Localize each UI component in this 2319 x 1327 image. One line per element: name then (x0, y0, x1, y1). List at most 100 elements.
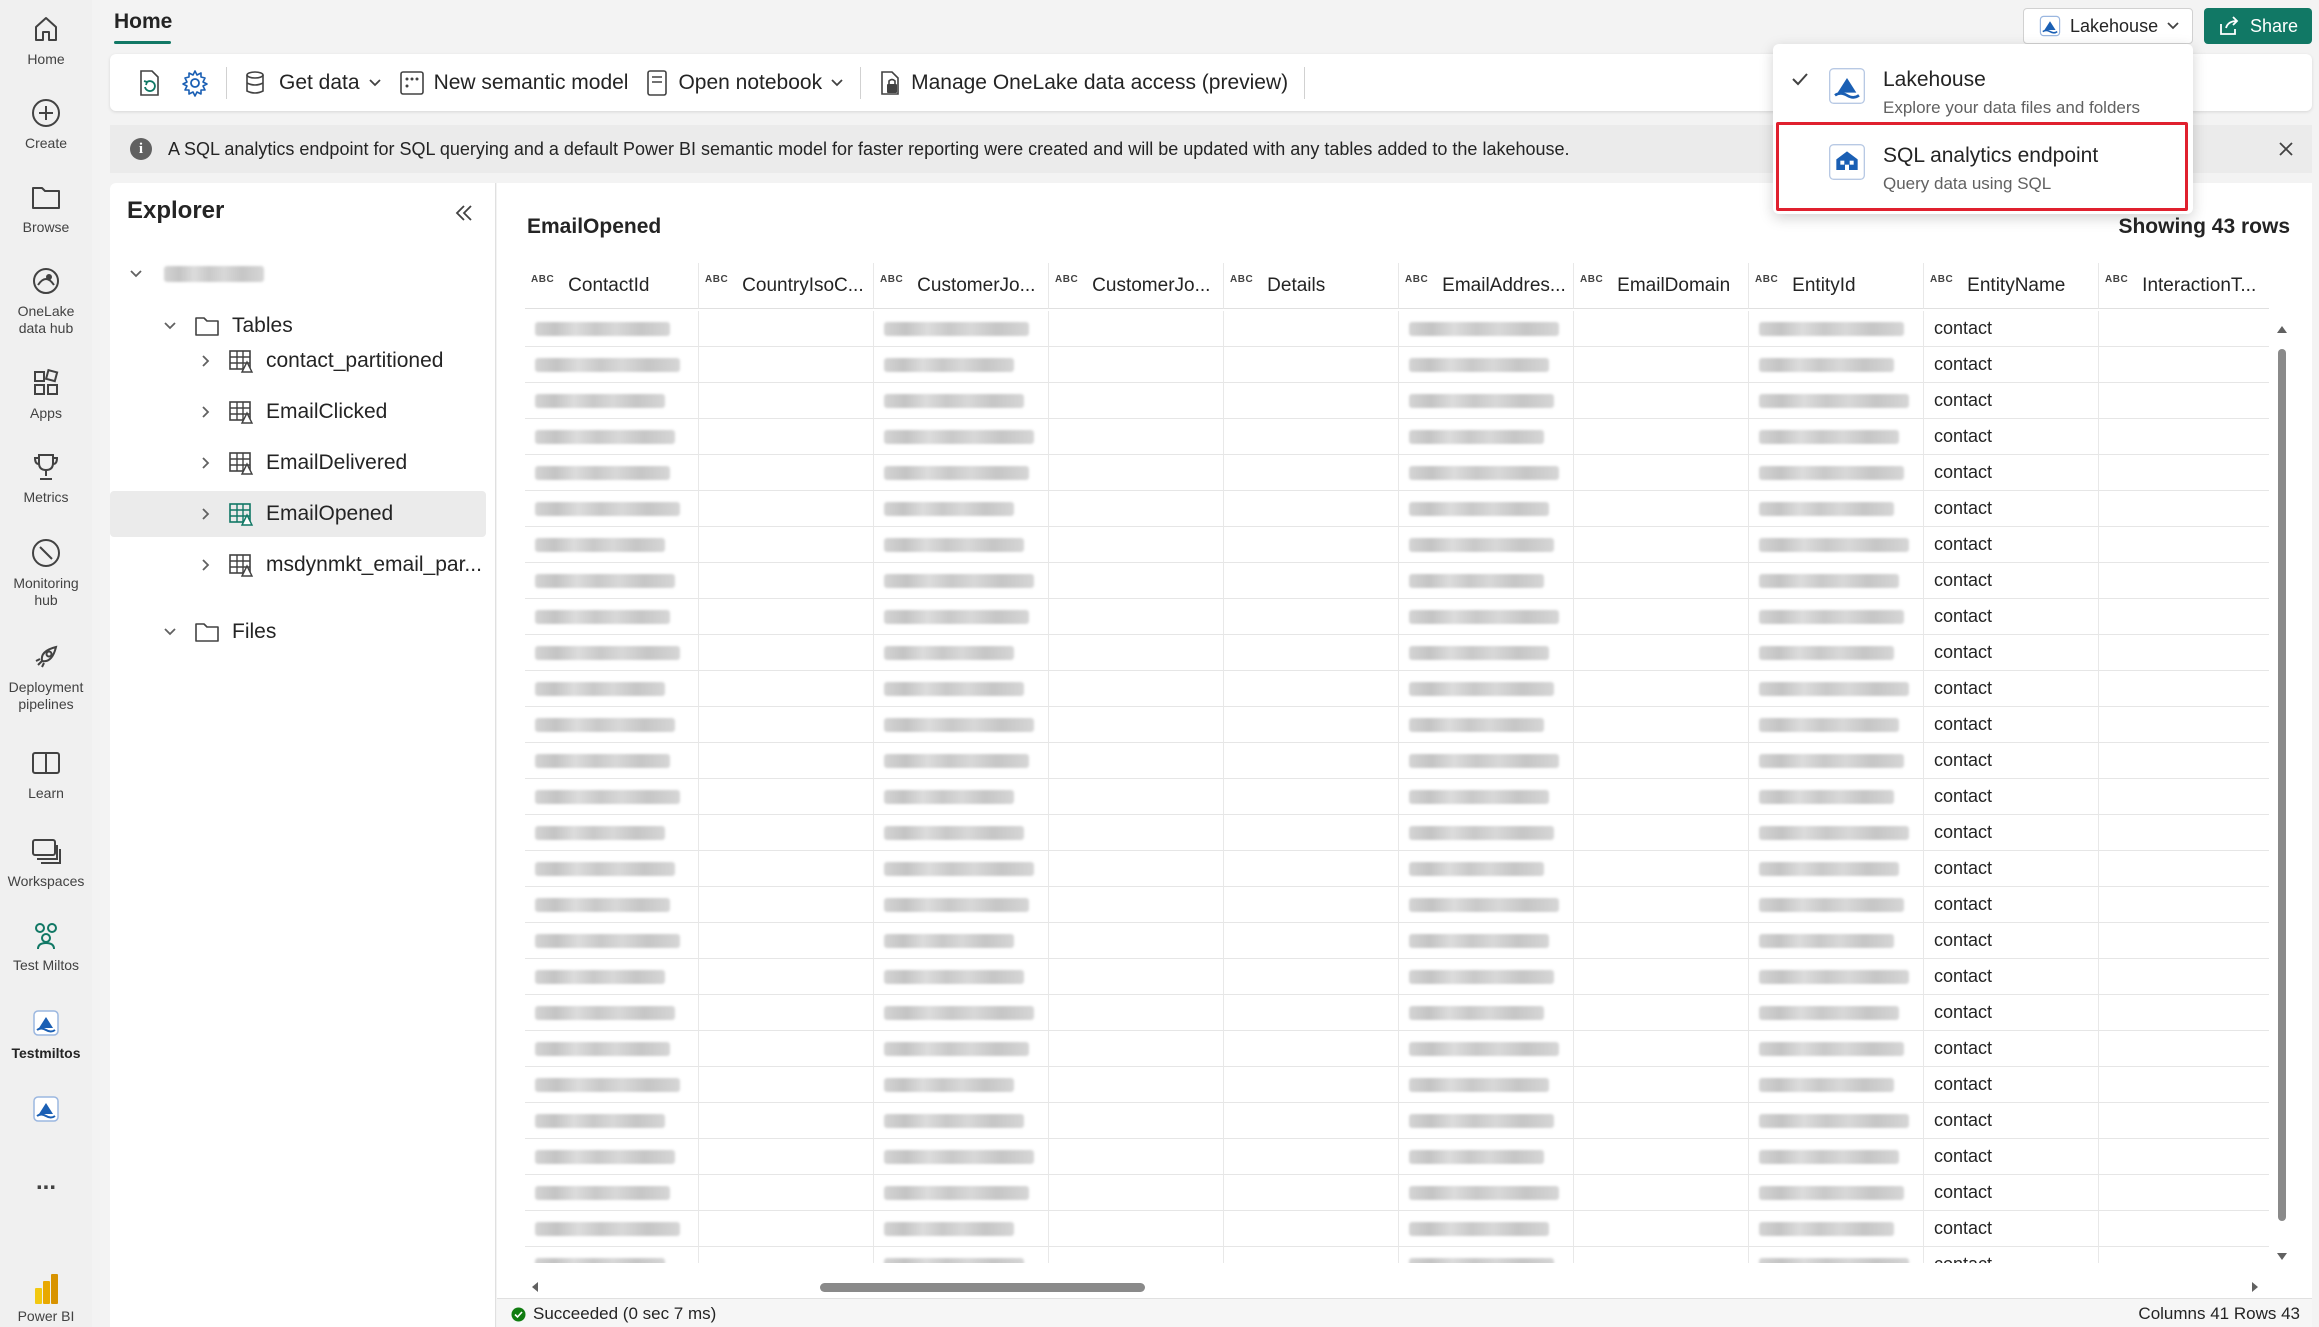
column-header[interactable]: ABC EmailAddres... (1399, 263, 1574, 309)
table-cell[interactable]: contact (1924, 1139, 2099, 1175)
nav-apps[interactable]: Apps (0, 366, 92, 422)
table-cell[interactable] (1049, 707, 1224, 743)
table-cell[interactable] (2099, 599, 2269, 635)
table-cell[interactable]: contact (1924, 563, 2099, 599)
table-cell[interactable] (1224, 491, 1399, 527)
table-cell[interactable]: contact (1924, 959, 2099, 995)
table-cell[interactable] (1224, 1139, 1399, 1175)
table-cell[interactable] (2099, 419, 2269, 455)
table-cell[interactable] (2099, 491, 2269, 527)
nav-onelake-data-hub[interactable]: OneLake data hub (0, 264, 92, 337)
table-cell[interactable] (1749, 1067, 1924, 1103)
table-cell[interactable] (525, 1067, 699, 1103)
table-cell[interactable] (699, 851, 874, 887)
table-cell[interactable] (2099, 851, 2269, 887)
table-cell[interactable] (2099, 923, 2269, 959)
table-cell[interactable] (874, 419, 1049, 455)
tree-table-item[interactable]: EmailClicked (110, 389, 486, 435)
table-cell[interactable]: contact (1924, 923, 2099, 959)
table-cell[interactable] (1399, 419, 1574, 455)
menu-item-lakehouse[interactable]: Lakehouse Explore your data files and fo… (1773, 54, 2193, 126)
table-cell[interactable] (1399, 527, 1574, 563)
table-cell[interactable] (874, 887, 1049, 923)
table-cell[interactable] (1749, 455, 1924, 491)
table-cell[interactable] (1399, 1139, 1574, 1175)
table-cell[interactable] (1574, 1211, 1749, 1247)
table-cell[interactable] (2099, 779, 2269, 815)
table-cell[interactable] (1749, 419, 1924, 455)
table-cell[interactable] (1399, 959, 1574, 995)
table-cell[interactable] (1224, 959, 1399, 995)
table-cell[interactable] (1224, 383, 1399, 419)
table-cell[interactable] (1749, 887, 1924, 923)
nav-browse[interactable]: Browse (0, 180, 92, 236)
table-cell[interactable] (2099, 383, 2269, 419)
table-cell[interactable] (1224, 527, 1399, 563)
column-header[interactable]: ABC Details (1224, 263, 1399, 309)
column-header[interactable]: ABC CustomerJo... (874, 263, 1049, 309)
column-header[interactable]: ABC CustomerJo... (1049, 263, 1224, 309)
manage-onelake-access-button[interactable]: Manage OneLake data access (preview) (869, 62, 1296, 104)
table-cell[interactable] (1749, 1175, 1924, 1211)
table-cell[interactable] (1224, 599, 1399, 635)
table-cell[interactable]: contact (1924, 491, 2099, 527)
table-cell[interactable] (699, 563, 874, 599)
table-cell[interactable]: contact (1924, 455, 2099, 491)
table-cell[interactable] (699, 383, 874, 419)
table-cell[interactable] (1049, 1211, 1224, 1247)
table-cell[interactable] (1049, 671, 1224, 707)
table-cell[interactable] (1049, 887, 1224, 923)
table-cell[interactable]: contact (1924, 599, 2099, 635)
table-cell[interactable] (1749, 347, 1924, 383)
table-cell[interactable]: contact (1924, 383, 2099, 419)
table-cell[interactable] (1399, 1175, 1574, 1211)
table-cell[interactable] (1749, 311, 1924, 347)
table-cell[interactable] (525, 1211, 699, 1247)
table-cell[interactable] (874, 1139, 1049, 1175)
table-cell[interactable] (1049, 959, 1224, 995)
table-cell[interactable]: contact (1924, 1247, 2099, 1263)
close-icon[interactable] (2276, 139, 2296, 159)
table-cell[interactable] (1574, 383, 1749, 419)
table-cell[interactable] (1224, 455, 1399, 491)
column-header[interactable]: ABC EntityId (1749, 263, 1924, 309)
table-cell[interactable] (525, 959, 699, 995)
table-cell[interactable] (1749, 1103, 1924, 1139)
table-cell[interactable]: contact (1924, 815, 2099, 851)
table-cell[interactable] (1049, 491, 1224, 527)
table-cell[interactable] (1574, 1175, 1749, 1211)
vertical-scrollbar[interactable] (2275, 323, 2289, 1283)
table-cell[interactable] (2099, 959, 2269, 995)
table-cell[interactable] (2099, 635, 2269, 671)
table-cell[interactable] (2099, 1031, 2269, 1067)
table-cell[interactable] (1224, 635, 1399, 671)
table-cell[interactable] (525, 1031, 699, 1067)
column-header[interactable]: ABC InteractionT... (2099, 263, 2269, 309)
column-header[interactable]: ABC ContactId (525, 263, 699, 309)
tree-folder-files[interactable]: Files (110, 609, 486, 655)
table-cell[interactable] (1399, 455, 1574, 491)
table-cell[interactable]: contact (1924, 707, 2099, 743)
table-cell[interactable] (699, 311, 874, 347)
table-cell[interactable] (1749, 491, 1924, 527)
table-cell[interactable] (874, 923, 1049, 959)
table-cell[interactable] (699, 887, 874, 923)
table-cell[interactable] (1574, 311, 1749, 347)
table-cell[interactable] (525, 419, 699, 455)
table-cell[interactable] (1574, 959, 1749, 995)
collapse-pane-icon[interactable] (453, 203, 475, 223)
table-cell[interactable] (1049, 347, 1224, 383)
table-cell[interactable] (2099, 743, 2269, 779)
table-cell[interactable] (1049, 311, 1224, 347)
table-cell[interactable]: contact (1924, 347, 2099, 383)
table-cell[interactable] (874, 851, 1049, 887)
table-cell[interactable]: contact (1924, 1103, 2099, 1139)
table-cell[interactable] (1749, 671, 1924, 707)
table-cell[interactable] (1574, 347, 1749, 383)
open-notebook-button[interactable]: Open notebook (636, 62, 852, 104)
table-cell[interactable] (525, 995, 699, 1031)
table-cell[interactable] (699, 527, 874, 563)
table-cell[interactable] (874, 455, 1049, 491)
nav-powerbi[interactable]: Power BI (0, 1272, 92, 1325)
table-cell[interactable] (1224, 311, 1399, 347)
